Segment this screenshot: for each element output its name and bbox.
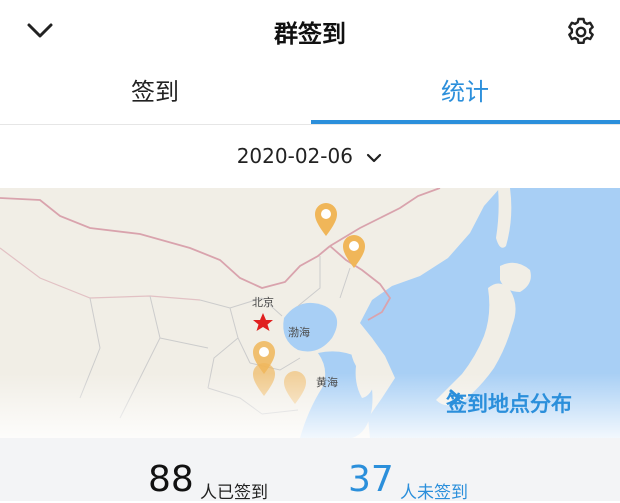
- signed-label: 人已签到: [200, 483, 268, 503]
- unsigned-label: 人未签到: [400, 483, 468, 503]
- location-distribution-link[interactable]: 签到地点分布: [446, 388, 572, 418]
- tab-statistics[interactable]: 统计: [310, 62, 620, 124]
- tab-sign-in[interactable]: 签到: [0, 62, 310, 124]
- sign-in-location-map[interactable]: 北京 渤海 黄海 签到地点分布: [0, 188, 620, 438]
- map-label-bohai: 渤海: [288, 326, 310, 339]
- gear-icon: [568, 17, 594, 44]
- active-tab-indicator: [311, 120, 620, 124]
- chevron-down-icon: [367, 153, 382, 162]
- date-row: 2020-02-06: [0, 126, 620, 188]
- map-label-huanghai: 黄海: [316, 376, 338, 389]
- unsigned-count: 37: [348, 459, 394, 500]
- chevron-right-icon: [449, 389, 461, 407]
- signed-count: 88: [148, 459, 194, 500]
- page-title: 群签到: [274, 20, 346, 48]
- tab-bar: 签到 统计: [0, 62, 620, 125]
- map-label-beijing: 北京: [252, 296, 274, 309]
- date-value: 2020-02-06: [236, 144, 353, 168]
- stats-bar: 88 人已签到 37 人未签到: [0, 438, 620, 503]
- header: 群签到: [0, 0, 620, 62]
- location-distribution-label: 签到地点分布: [446, 392, 572, 416]
- settings-button[interactable]: [564, 15, 598, 49]
- date-selector[interactable]: 2020-02-06: [0, 144, 620, 168]
